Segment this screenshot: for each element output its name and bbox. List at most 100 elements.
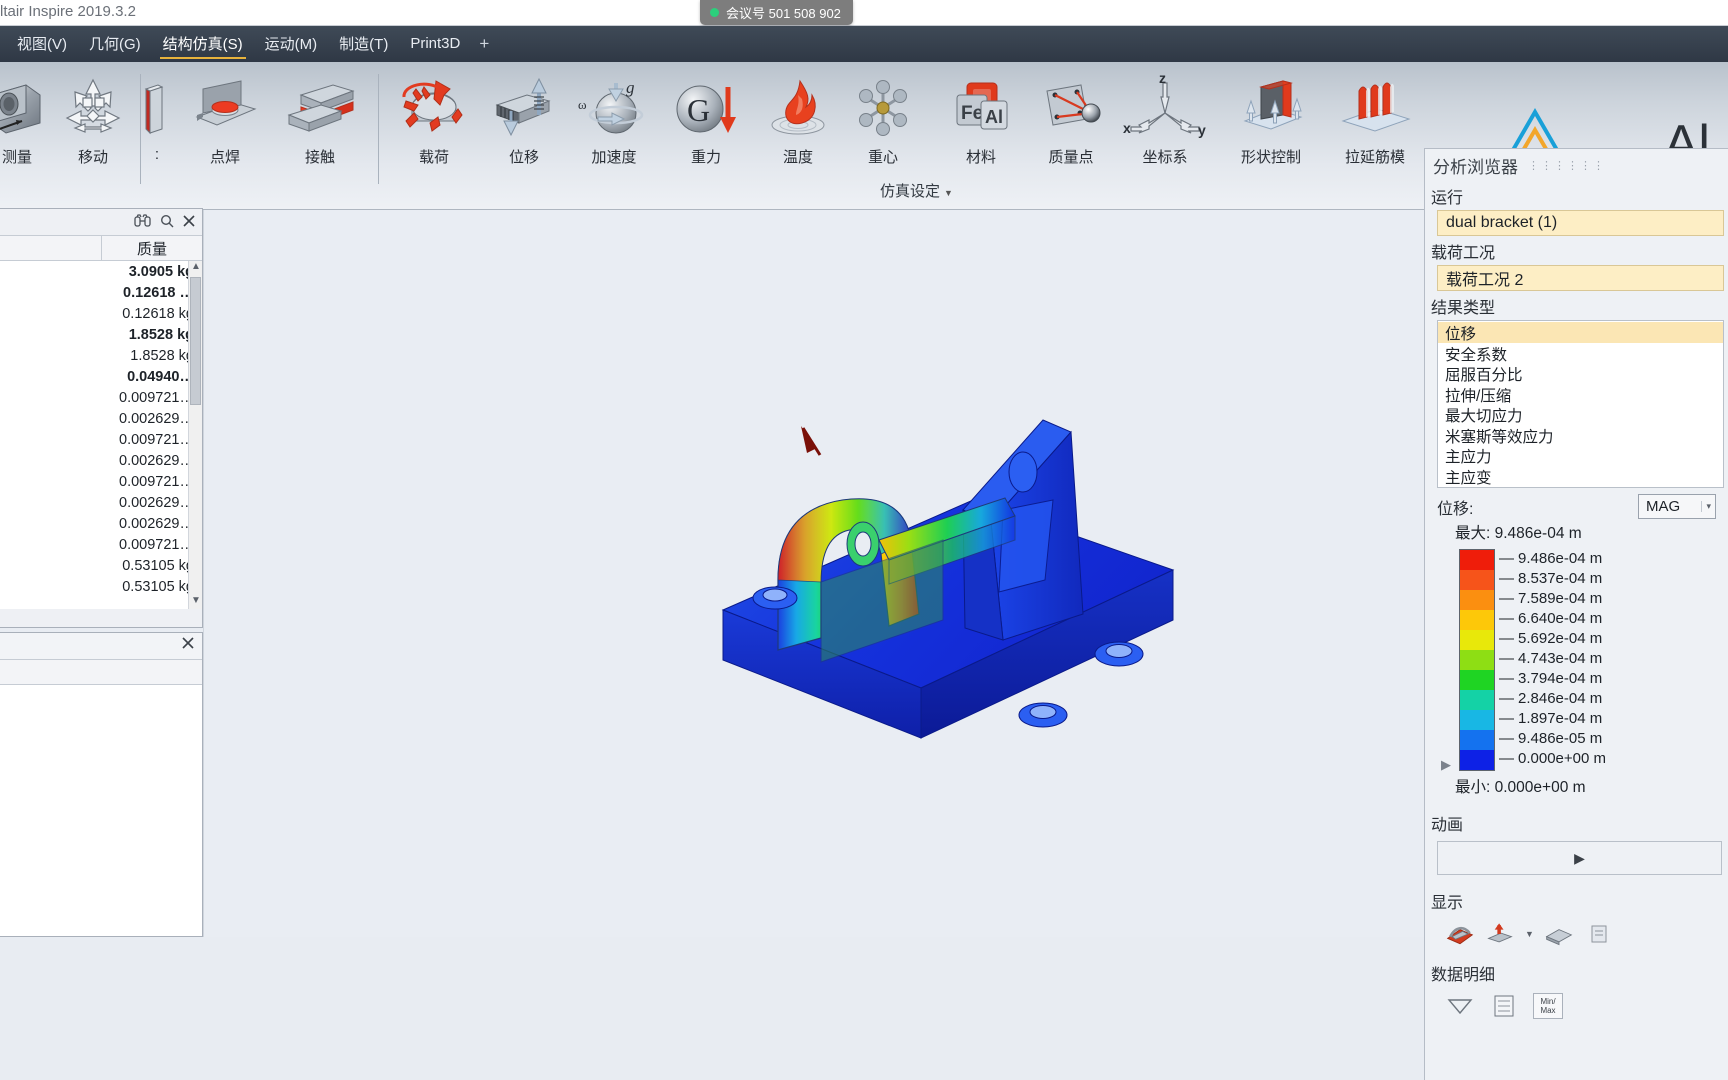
table-row[interactable]: Copy 2 0.009721… [0, 429, 202, 450]
ribbon-button-shape-control[interactable]: 形状控制 [1226, 62, 1316, 182]
menu-item-view[interactable]: 视图(V) [6, 29, 78, 60]
ribbon-button-acceleration[interactable]: g ω 加速度 [569, 62, 659, 182]
ribbon-button-spot-weld[interactable]: 点焊 [180, 62, 270, 182]
result-type-list[interactable]: 位移 安全系数 屈服百分比 拉伸/压缩 最大切应力 米塞斯等效应力 主应力 主应… [1437, 320, 1724, 488]
ribbon-button-mass-point[interactable]: 质量点 [1026, 62, 1116, 182]
meeting-badge[interactable]: 会议号 501 508 902 [700, 0, 853, 25]
result-type-option-principal-strain[interactable]: 主应变 [1438, 466, 1723, 487]
row-value: 0.009721… [119, 536, 194, 553]
row-value: 0.009721… [119, 389, 194, 406]
model-browser-header: 质量 [0, 235, 202, 261]
temperature-icon [762, 74, 834, 142]
table-row[interactable] [0, 597, 202, 609]
undeformed-shape-icon[interactable] [1544, 921, 1574, 947]
model-load-arrow [801, 426, 822, 456]
legend-value: —9.486e-04 m [1499, 550, 1603, 567]
row-value: 0.12618 kg [122, 305, 194, 322]
table-row[interactable]: 3.0905 kg [0, 261, 202, 282]
scroll-down-icon[interactable]: ▼ [190, 595, 202, 609]
table-row[interactable]: Copy 1 0.53105 kg [0, 576, 202, 597]
ribbon-button-draw-bead[interactable]: 拉延筋模 [1330, 62, 1420, 182]
chevron-down-icon[interactable]: ▼ [944, 188, 953, 198]
ribbon-button-material[interactable]: Fe Al 材料 [936, 62, 1026, 182]
scroll-up-icon[interactable]: ▲ [190, 261, 202, 275]
ribbon-label-load: 载荷 [418, 149, 449, 166]
model-browser-scrollbar[interactable]: ▲ ▼ [188, 261, 202, 609]
result-type-option-percent-yield[interactable]: 屈服百分比 [1438, 363, 1723, 384]
panel-grip-icon[interactable]: ⋮⋮⋮⋮⋮⋮ [1528, 159, 1606, 172]
animation-play-button[interactable]: ▶ [1437, 841, 1722, 875]
3d-viewport[interactable]: Z Y X [203, 210, 1428, 937]
menu-item-print3d[interactable]: Print3D [399, 31, 471, 58]
result-type-option-displacement[interactable]: 位移 [1438, 322, 1723, 343]
row-value: 0.002629… [119, 452, 194, 469]
table-row[interactable]: 0.009721… [0, 534, 202, 555]
ribbon-button-load[interactable]: 载荷 [389, 62, 479, 182]
close-icon[interactable] [182, 636, 194, 653]
loadcase-value-field[interactable]: 载荷工况 2 [1437, 265, 1724, 291]
menu-add-tab-button[interactable]: + [471, 34, 497, 54]
legend-expand-icon[interactable]: ▶ [1441, 757, 1451, 773]
row-name: Copy 2 [0, 453, 102, 469]
scrollbar-thumb[interactable] [190, 277, 201, 405]
menu-item-geometry[interactable]: 几何(G) [78, 29, 152, 60]
component-label: 位移: [1437, 500, 1474, 518]
properties-panel-body[interactable] [0, 685, 202, 936]
load-vectors-icon[interactable] [1485, 921, 1515, 947]
contour-legend[interactable]: ▶ —9.486e-04 m —8.537e-04 m —7.589e-04 m… [1441, 549, 1728, 772]
chevron-down-icon[interactable]: ▼ [1525, 929, 1534, 939]
table-row[interactable]: Copy 2 0.002629… [0, 450, 202, 471]
result-type-option-max-shear-stress[interactable]: 最大切应力 [1438, 404, 1723, 425]
model-browser-rows[interactable]: 3.0905 kg 0.12618 … 0.12618 kg 1.8528 kg… [0, 261, 202, 609]
table-row[interactable]: Copy 1 0.002629… [0, 492, 202, 513]
ribbon-button-coordinate-system[interactable]: z x y 坐标系 [1120, 62, 1210, 182]
ribbon-group-label-simulation-setup[interactable]: 仿真设定 ▼ [880, 180, 953, 201]
ribbon-label-coordinate-system: 坐标系 [1142, 149, 1188, 166]
analysis-explorer-panel[interactable]: 分析浏览器 ⋮⋮⋮⋮⋮⋮ 运行 dual bracket (1) 载荷工况 载荷… [1424, 148, 1728, 1080]
min-max-icon[interactable]: Min/ Max [1533, 993, 1563, 1019]
ribbon-button-center-of-mass[interactable]: 重心 [838, 62, 928, 182]
result-type-option-tension-compression[interactable]: 拉伸/压缩 [1438, 384, 1723, 405]
legend-icon[interactable] [1489, 993, 1519, 1019]
table-row[interactable]: 1.8528 kg [0, 345, 202, 366]
ribbon-label-displacement: 位移 [508, 149, 539, 166]
result-type-option-von-mises-stress[interactable]: 米塞斯等效应力 [1438, 425, 1723, 446]
ribbon-button-contact[interactable]: 接触 [275, 62, 365, 182]
search-icon[interactable] [160, 214, 174, 231]
table-row[interactable]: 0.53105 kg [0, 555, 202, 576]
component-select[interactable]: MAG ▾ [1638, 494, 1716, 519]
chevron-down-icon[interactable]: ▾ [1701, 501, 1711, 512]
display-extra-icon[interactable] [1584, 921, 1614, 947]
table-row[interactable]: 0.002629… [0, 513, 202, 534]
measure-result-icon[interactable] [1445, 993, 1475, 1019]
table-row[interactable]: 0.12618 … [0, 282, 202, 303]
close-icon[interactable] [183, 214, 195, 230]
properties-panel[interactable]: 值 [0, 632, 203, 937]
result-type-option-safety-factor[interactable]: 安全系数 [1438, 343, 1723, 364]
deformed-shape-icon[interactable] [1445, 921, 1475, 947]
component-row: 位移: MAG ▾ [1425, 488, 1728, 521]
table-row[interactable]: 1.8528 kg [0, 324, 202, 345]
row-value: 1.8528 kg [130, 347, 194, 364]
menu-item-manufacturing[interactable]: 制造(T) [328, 29, 399, 60]
svg-text:G: G [687, 92, 710, 128]
menu-item-structural-simulation[interactable]: 结构仿真(S) [152, 29, 254, 60]
model-browser-panel[interactable]: 质量 3.0905 kg 0.12618 … 0.12618 kg 1.8528… [0, 208, 203, 628]
run-value-field[interactable]: dual bracket (1) [1437, 210, 1724, 236]
model-dual-bracket[interactable] [203, 210, 1428, 937]
table-row[interactable]: 0.12618 kg [0, 303, 202, 324]
legend-swatch [1460, 690, 1494, 710]
table-row[interactable]: Copy 3 0.009721… [0, 387, 202, 408]
result-type-option-principal-stress[interactable]: 主应力 [1438, 445, 1723, 466]
ribbon-button-displacement[interactable]: 位移 [479, 62, 569, 182]
table-row[interactable]: Copy 1 0.009721… [0, 471, 202, 492]
play-icon: ▶ [1574, 849, 1585, 866]
table-row[interactable]: 0.04940… [0, 366, 202, 387]
table-row[interactable]: Copy 3 0.002629… [0, 408, 202, 429]
mass-point-icon [1033, 74, 1109, 142]
ribbon-button-gravity[interactable]: G 重力 [661, 62, 751, 182]
binoculars-icon[interactable] [134, 214, 151, 230]
ribbon-button-temperature[interactable]: 温度 [753, 62, 843, 182]
legend-swatch [1460, 750, 1494, 770]
menu-item-motion[interactable]: 运动(M) [254, 29, 329, 60]
